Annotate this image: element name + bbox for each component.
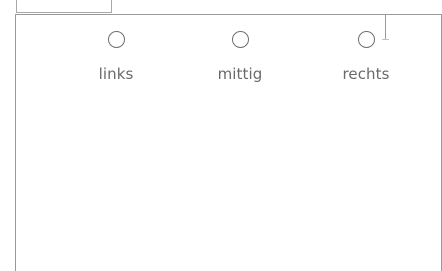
alignment-option-left[interactable]: links <box>66 31 166 83</box>
radio-left[interactable] <box>107 31 125 48</box>
alignment-panel: links mittig rechts <box>15 14 442 271</box>
alignment-option-center[interactable]: mittig <box>190 31 290 83</box>
label-center: mittig <box>217 65 263 83</box>
top-tab <box>16 0 112 13</box>
alignment-option-right[interactable]: rechts <box>316 31 416 83</box>
radio-right[interactable] <box>357 31 375 48</box>
radio-center[interactable] <box>231 31 249 48</box>
label-left: links <box>98 65 134 83</box>
label-right: rechts <box>342 65 390 83</box>
